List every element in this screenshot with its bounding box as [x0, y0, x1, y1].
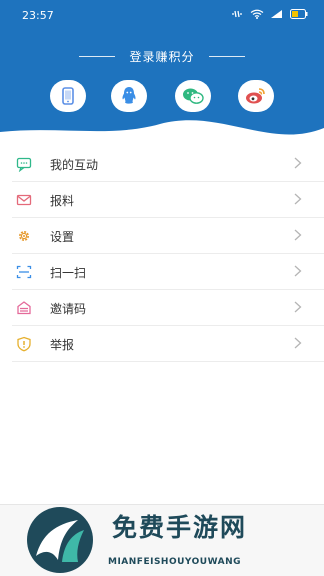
status-time: 23:57: [22, 9, 54, 22]
menu-list: 我的互动 报料 设置 扫一扫 邀请码 举报: [12, 146, 324, 362]
report-icon: [17, 336, 31, 352]
menu-item-report[interactable]: 举报: [12, 326, 324, 362]
menu-item-label: 举报: [50, 338, 75, 352]
chevron-right-icon: [294, 193, 302, 205]
menu-item-report-news[interactable]: 报料: [12, 182, 324, 218]
weibo-login-button[interactable]: [238, 80, 274, 112]
vibrate-icon: [232, 10, 242, 18]
divider-right: [208, 56, 245, 57]
chat-icon: [16, 157, 32, 172]
wechat-login-button[interactable]: [175, 80, 211, 112]
phone-login-icon: [62, 87, 74, 105]
login-title: 登录赚积分: [129, 50, 195, 64]
watermark-title: 免费手游网: [112, 513, 248, 542]
mail-icon: [16, 194, 32, 206]
menu-item-label: 报料: [50, 194, 75, 208]
chevron-right-icon: [294, 265, 302, 277]
chevron-right-icon: [294, 229, 302, 241]
chevron-right-icon: [294, 301, 302, 313]
menu-item-scan[interactable]: 扫一扫: [12, 254, 324, 290]
chevron-right-icon: [294, 157, 302, 169]
menu-item-label: 设置: [50, 230, 75, 244]
wechat-icon: [183, 88, 204, 104]
watermark-subtitle: MIANFEISHOUYOUWANG: [108, 557, 241, 567]
menu-item-label: 扫一扫: [50, 266, 87, 280]
invite-code-icon: [17, 301, 31, 315]
header: 23:57 登录赚积分: [0, 0, 324, 160]
battery-icon: [290, 9, 308, 19]
menu-item-settings[interactable]: 设置: [12, 218, 324, 254]
scan-icon: [16, 265, 32, 279]
status-icons: [230, 9, 308, 19]
wifi-icon: [250, 9, 264, 19]
menu-item-interaction[interactable]: 我的互动: [12, 146, 324, 182]
phone-login-button[interactable]: [50, 80, 86, 112]
divider-left: [79, 56, 116, 57]
status-bar: 23:57: [0, 0, 324, 32]
menu-item-label: 我的互动: [50, 158, 99, 172]
menu-item-invite-code[interactable]: 邀请码: [12, 290, 324, 326]
watermark-logo: [27, 507, 93, 573]
chevron-right-icon: [294, 337, 302, 349]
signal-icon: [271, 10, 282, 18]
menu-item-label: 邀请码: [50, 302, 87, 316]
weibo-icon: [246, 88, 265, 104]
gear-icon: [19, 231, 29, 241]
qq-icon: [122, 87, 136, 104]
login-title-row: 登录赚积分: [0, 48, 324, 65]
qq-login-button[interactable]: [111, 80, 147, 112]
